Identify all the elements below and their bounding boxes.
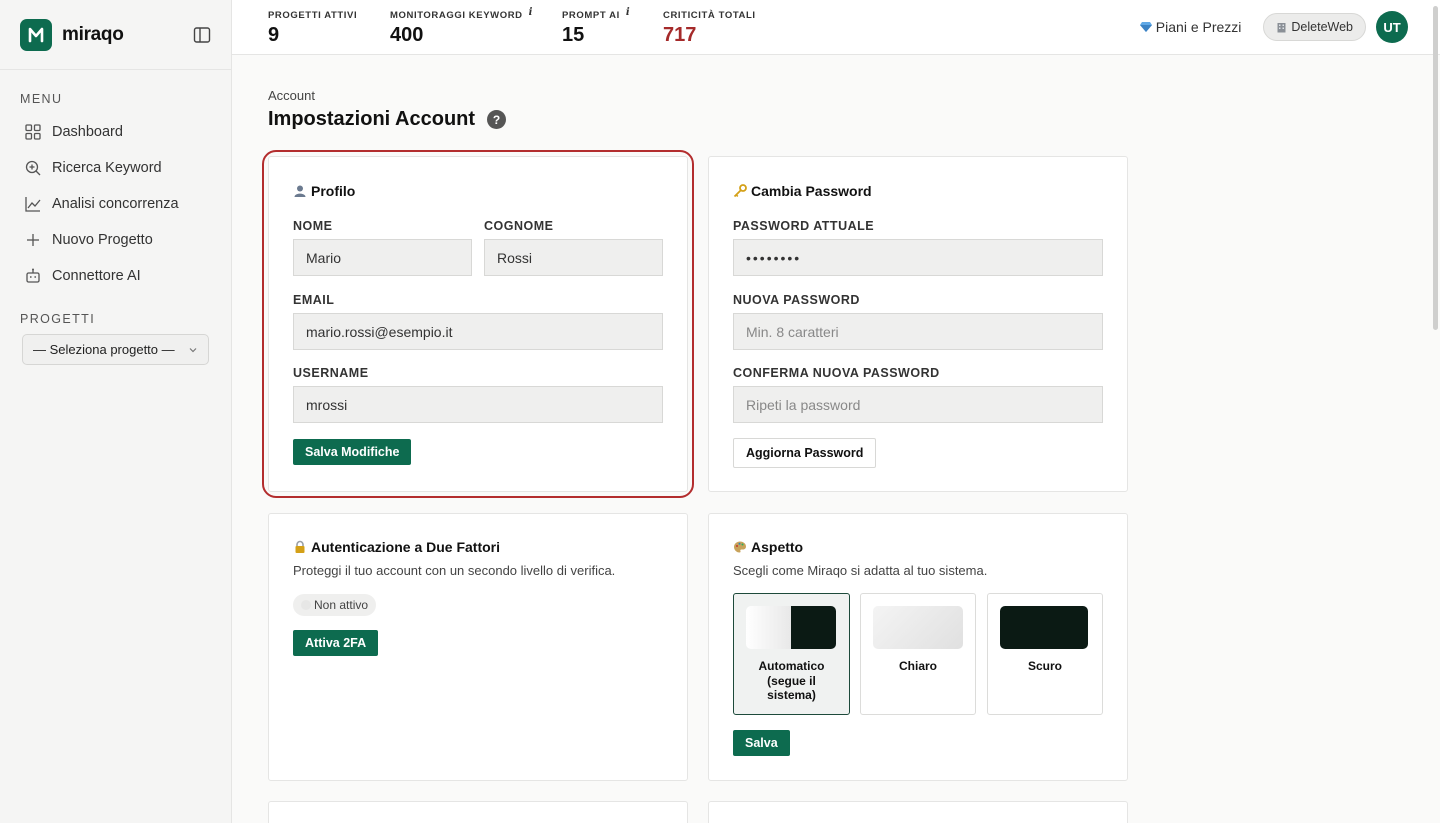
avatar[interactable]: UT — [1376, 11, 1408, 43]
confirm-password-field[interactable]: Ripeti la password — [733, 386, 1103, 423]
current-password-label: PASSWORD ATTUALE — [733, 219, 875, 233]
line-chart-icon — [25, 197, 41, 212]
stat-label: MONITORAGGI KEYWORD — [390, 10, 523, 21]
info-icon[interactable]: i — [626, 7, 630, 18]
sidebar-item-label: Analisi concorrenza — [52, 196, 179, 212]
page-title: Impostazioni Account — [268, 108, 476, 130]
brand-name: miraqo — [62, 23, 124, 45]
chevron-down-icon — [189, 347, 197, 352]
username-label: USERNAME — [293, 366, 369, 380]
sidebar-item-label: Ricerca Keyword — [52, 160, 162, 176]
confirm-password-label: CONFERMA NUOVA PASSWORD — [733, 366, 940, 380]
logo-icon[interactable] — [20, 18, 52, 51]
twofa-description: Proteggi il tuo account con un secondo l… — [293, 563, 616, 578]
page-title-row: Impostazioni Account ? — [268, 108, 507, 131]
stat-value: 15 — [562, 24, 585, 46]
sidebar-item-new-project[interactable]: Nuovo Progetto — [0, 222, 231, 258]
twofa-title: Autenticazione a Due Fattori — [311, 539, 501, 555]
nav-list: Dashboard Ricerca Keyword Analisi concor… — [0, 114, 231, 294]
breadcrumb[interactable]: Account — [268, 88, 315, 103]
sidebar-item-keyword-research[interactable]: Ricerca Keyword — [0, 150, 231, 186]
status-badge-label: Non attivo — [314, 598, 369, 612]
theme-option-auto[interactable]: Automatico (segue il sistema) — [733, 593, 850, 715]
activate-2fa-button[interactable]: Attiva 2FA — [293, 630, 379, 656]
stat-label: CRITICITÀ TOTALI — [663, 10, 756, 21]
lock-icon — [295, 540, 305, 553]
theme-option-light[interactable]: Chiaro — [860, 593, 976, 715]
password-title: Cambia Password — [751, 183, 872, 199]
key-icon — [733, 184, 747, 198]
gem-icon — [1139, 22, 1152, 32]
stat-ai-prompts: PROMPT AI i 15 — [562, 7, 630, 47]
twofa-card: Autenticazione a Due Fattori Proteggi il… — [268, 513, 688, 781]
theme-option-dark[interactable]: Scuro — [987, 593, 1103, 715]
grid-icon — [25, 124, 41, 140]
workspace-label: DeleteWeb — [1291, 20, 1353, 34]
theme-swatch-light — [873, 606, 963, 649]
page-scrollbar[interactable] — [1433, 6, 1438, 330]
info-icon[interactable]: i — [529, 7, 533, 18]
palette-icon — [734, 541, 746, 553]
stat-value: 717 — [663, 24, 697, 46]
stat-total-issues: CRITICITÀ TOTALI 717 — [663, 10, 756, 47]
plus-icon — [27, 234, 39, 246]
status-dot-icon — [301, 600, 311, 610]
first-name-field[interactable]: Mario — [293, 239, 472, 276]
workspace-button[interactable]: DeleteWeb — [1263, 13, 1366, 41]
help-icon[interactable]: ? — [487, 110, 507, 129]
robot-icon — [26, 268, 40, 283]
theme-option-label: Scuro — [1027, 659, 1062, 673]
theme-swatch-auto — [746, 606, 836, 649]
sidebar-item-dashboard[interactable]: Dashboard — [0, 114, 231, 150]
email-label: EMAIL — [293, 293, 335, 307]
last-name-field[interactable]: Rossi — [484, 239, 663, 276]
sidebar: miraqo MENU Dashboard Ricerca Keyword An… — [0, 0, 232, 823]
last-name-label: COGNOME — [484, 219, 554, 233]
sidebar-item-competitor-analysis[interactable]: Analisi concorrenza — [0, 186, 231, 222]
stat-active-projects: PROGETTI ATTIVI 9 — [268, 10, 357, 47]
theme-option-label: Automatico (segue il sistema) — [758, 659, 825, 702]
save-profile-button[interactable]: Salva Modifiche — [293, 439, 412, 465]
theme-swatch-dark — [1000, 606, 1088, 649]
stat-label: PROGETTI ATTIVI — [268, 10, 358, 21]
profile-card: Profilo NOME COGNOME Mario Rossi EMAIL m… — [268, 156, 688, 492]
menu-section-label: MENU — [20, 92, 63, 106]
stat-keyword-monitoring: MONITORAGGI KEYWORD i 400 — [390, 7, 533, 47]
appearance-description: Scegli come Miraqo si adatta al tuo sist… — [733, 563, 988, 578]
sidebar-item-label: Dashboard — [52, 124, 123, 140]
username-field[interactable]: mrossi — [293, 386, 663, 423]
brand: miraqo — [0, 0, 231, 70]
sidebar-item-ai-connector[interactable]: Connettore AI — [0, 258, 231, 294]
topbar-actions: Piani e Prezzi DeleteWeb UT — [1139, 11, 1408, 43]
topbar: PROGETTI ATTIVI 9 MONITORAGGI KEYWORD i 4… — [232, 0, 1440, 55]
password-card: Cambia Password PASSWORD ATTUALE •••••••… — [708, 156, 1128, 492]
plans-link-label: Piani e Prezzi — [1155, 19, 1242, 35]
project-select[interactable]: — Seleziona progetto — — [22, 334, 209, 365]
projects-section-label: PROGETTI — [20, 312, 96, 326]
stat-label: PROMPT AI — [562, 10, 620, 21]
search-plus-icon — [25, 160, 41, 176]
stat-value: 400 — [390, 24, 424, 46]
plans-link[interactable]: Piani e Prezzi — [1139, 19, 1242, 35]
user-icon — [294, 185, 306, 197]
project-select-value: — Seleziona progetto — — [33, 342, 175, 357]
status-badge: Non attivo — [293, 594, 377, 616]
settings-card-partial — [708, 801, 1128, 823]
email-field[interactable]: mario.rossi@esempio.it — [293, 313, 663, 350]
save-appearance-button[interactable]: Salva — [733, 730, 790, 756]
building-icon — [1277, 22, 1286, 32]
first-name-label: NOME — [293, 219, 333, 233]
new-password-field[interactable]: Min. 8 caratteri — [733, 313, 1103, 350]
appearance-title: Aspetto — [751, 539, 804, 555]
new-password-label: NUOVA PASSWORD — [733, 293, 860, 307]
profile-title: Profilo — [311, 183, 356, 199]
update-password-button[interactable]: Aggiorna Password — [733, 438, 877, 468]
sidebar-item-label: Connettore AI — [52, 268, 141, 284]
settings-card-partial — [268, 801, 688, 823]
theme-option-label: Chiaro — [898, 659, 937, 673]
stat-value: 9 — [268, 24, 280, 46]
current-password-field[interactable]: •••••••• — [733, 239, 1103, 276]
sidebar-item-label: Nuovo Progetto — [52, 232, 153, 248]
sidebar-toggle-icon[interactable] — [193, 26, 211, 44]
